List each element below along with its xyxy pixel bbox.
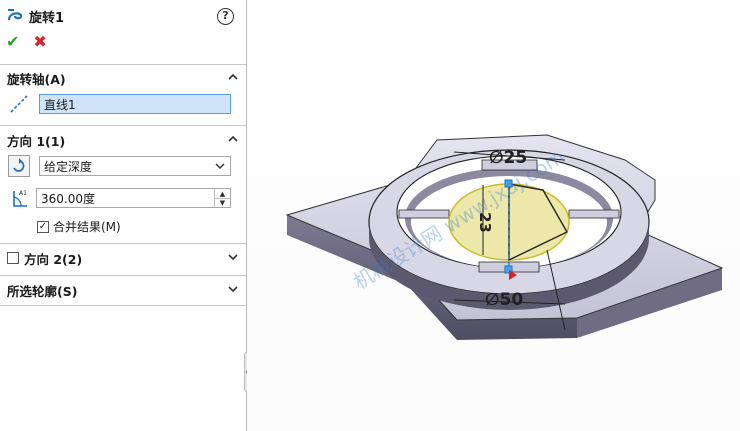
direction1-title: 方向 1(1) [7,133,66,149]
spin-down-icon[interactable]: ▼ [215,198,230,207]
revolve-feature-icon [6,6,24,27]
feature-title: 旋转1 [29,10,65,26]
reverse-direction-icon[interactable] [8,155,30,177]
angle-value: 360.00度 [41,191,95,206]
divider [0,305,246,306]
chevron-down-icon[interactable] [226,250,240,264]
divider [0,275,246,276]
end-condition-value: 给定深度 [44,159,93,174]
help-icon[interactable]: ? [217,8,234,25]
property-manager-panel: 旋转1 ? ✔ ✖ 旋转轴(A) 直线1 方向 1(1) 给定深度 A1 360… [0,0,247,431]
confirm-row: ✔ ✖ [6,33,47,51]
svg-text:A1: A1 [19,190,27,197]
axis-section-header[interactable]: 旋转轴(A) [7,68,240,88]
merge-result-label: 合并结果(M) [53,220,121,234]
direction2-header[interactable]: 方向 2(2) [7,248,240,268]
divider [0,243,246,244]
axis-line-icon [8,93,30,115]
spin-up-icon[interactable]: ▲ [215,189,230,198]
direction2-checkbox[interactable] [7,252,19,264]
end-condition-select[interactable]: 给定深度 [39,156,231,176]
angle-spinner[interactable]: ▲ ▼ [214,189,230,207]
spoke [568,209,620,219]
divider [0,64,246,65]
direction2-title: 方向 2(2) [24,251,83,267]
axis-section-title: 旋转轴(A) [7,71,66,87]
graphics-viewport[interactable]: ∅25 23 ∅50 机械设计网 www.jxaj.com [247,0,740,431]
feature-header: 旋转1 ? [6,5,240,27]
merge-result-checkbox[interactable]: ✓ 合并结果(M) [37,218,121,235]
axis-selection-field[interactable]: 直线1 [39,94,231,114]
chevron-down-icon[interactable] [226,282,240,296]
chevron-down-icon [214,160,226,175]
model-view: ∅25 23 ∅50 机械设计网 www.jxaj.com [285,134,724,340]
chevron-up-icon[interactable] [226,132,240,146]
contours-header[interactable]: 所选轮廓(S) [7,280,240,300]
merge-checkbox-box[interactable]: ✓ [37,220,49,233]
direction1-header[interactable]: 方向 1(1) [7,130,240,150]
chevron-up-icon[interactable] [226,70,240,84]
ok-button[interactable]: ✔ [6,34,19,50]
contours-title: 所选轮廓(S) [7,283,78,299]
angle-input[interactable]: 360.00度 ▲ ▼ [36,188,231,208]
cancel-button[interactable]: ✖ [33,34,46,50]
angle-icon: A1 [8,187,30,209]
divider [0,125,246,126]
dimension-bottom: ∅50 [485,290,523,310]
